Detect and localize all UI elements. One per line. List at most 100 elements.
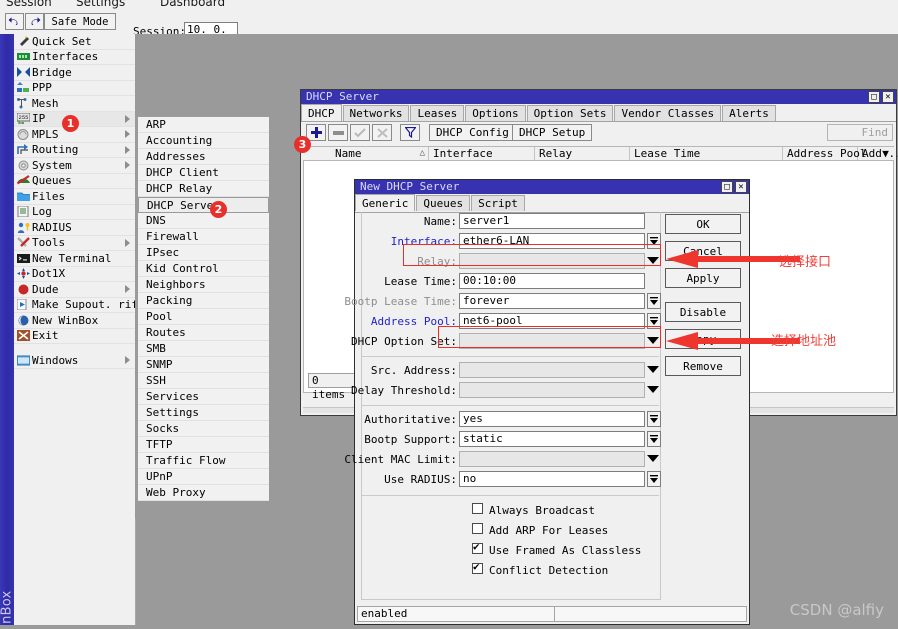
checkbox-row-always-broadcast[interactable]: Always Broadcast bbox=[355, 501, 665, 521]
dhcp-tab-options[interactable]: Options bbox=[465, 105, 526, 121]
dhcp-column-address-pool[interactable]: Address Pool bbox=[783, 147, 866, 160]
dhcp-find-input[interactable]: Find bbox=[827, 124, 893, 141]
checkbox-row-add-arp-for-leases[interactable]: Add ARP For Leases bbox=[355, 521, 665, 541]
input-delay-threshold[interactable] bbox=[459, 382, 645, 398]
ok-button[interactable]: OK bbox=[665, 214, 741, 234]
menu-dashboard[interactable]: Dashboard bbox=[160, 0, 225, 9]
checkbox-row-use-framed-as-classless[interactable]: Use Framed As Classless bbox=[355, 541, 665, 561]
spinner-address-pool[interactable] bbox=[647, 313, 661, 329]
dhcp-column-chooser-icon[interactable]: ▼ bbox=[875, 147, 896, 160]
ip-submenu-dns[interactable]: DNS bbox=[138, 213, 269, 229]
sidebar-item-bridge[interactable]: Bridge bbox=[14, 65, 135, 81]
sidebar-item-new-terminal[interactable]: New Terminal bbox=[14, 251, 135, 267]
dhcp-setup-button[interactable]: DHCP Setup bbox=[512, 124, 593, 141]
dhcp-column-lease-time[interactable]: Lease Time bbox=[630, 147, 783, 160]
ip-submenu-settings[interactable]: Settings bbox=[138, 405, 269, 421]
spinner-bootp-support[interactable] bbox=[647, 431, 661, 447]
ip-submenu-tftp[interactable]: TFTP bbox=[138, 437, 269, 453]
dropdown-caret-dhcp-option-set[interactable] bbox=[647, 337, 659, 344]
ip-submenu-dhcp-client[interactable]: DHCP Client bbox=[138, 165, 269, 181]
input-use-radius[interactable]: no bbox=[459, 471, 645, 487]
checkbox-conflict-detection[interactable] bbox=[472, 561, 483, 574]
maximize-icon[interactable]: □ bbox=[868, 91, 880, 103]
ip-submenu-smb[interactable]: SMB bbox=[138, 341, 269, 357]
ip-submenu-addresses[interactable]: Addresses bbox=[138, 149, 269, 165]
sidebar-item-routing[interactable]: Routing bbox=[14, 143, 135, 158]
dhcp-tab-alerts[interactable]: Alerts bbox=[722, 105, 776, 121]
dhcp-tab-dhcp[interactable]: DHCP bbox=[301, 104, 342, 121]
ip-submenu-ssh[interactable]: SSH bbox=[138, 373, 269, 389]
disable-button[interactable]: Disable bbox=[665, 302, 741, 322]
sidebar-item-radius[interactable]: RADIUS bbox=[14, 220, 135, 236]
sidebar-item-make-supout-rif[interactable]: Make Supout. rif bbox=[14, 298, 138, 313]
ip-submenu-dhcp-server[interactable]: DHCP Server bbox=[138, 197, 269, 213]
sidebar-item-dude[interactable]: Dude bbox=[14, 282, 135, 298]
dhcp-tab-leases[interactable]: Leases bbox=[410, 105, 465, 121]
input-interface[interactable]: ether6-LAN bbox=[459, 233, 645, 249]
dhcp-column-interface[interactable]: Interface bbox=[429, 147, 535, 160]
sidebar-item-queues[interactable]: Queues bbox=[14, 174, 135, 189]
sidebar-item-quick-set[interactable]: Quick Set bbox=[14, 34, 135, 50]
ip-submenu-kid-control[interactable]: Kid Control bbox=[138, 261, 269, 277]
dhcp-disable-button[interactable] bbox=[372, 124, 392, 141]
sidebar-item-interfaces[interactable]: Interfaces bbox=[14, 50, 135, 65]
new-dhcp-tab-generic[interactable]: Generic bbox=[355, 194, 416, 211]
ip-submenu-accounting[interactable]: Accounting bbox=[138, 133, 269, 149]
sidebar-item-new-winbox[interactable]: New WinBox bbox=[14, 313, 135, 329]
input-relay[interactable] bbox=[459, 253, 645, 269]
checkbox-use-framed-as-classless[interactable] bbox=[472, 541, 483, 554]
checkbox-add-arp-for-leases[interactable] bbox=[472, 523, 483, 534]
undo-arrow-icon[interactable] bbox=[5, 13, 24, 30]
dhcp-enable-button[interactable] bbox=[350, 124, 370, 141]
spinner-interface[interactable] bbox=[647, 233, 661, 249]
cancel-button[interactable]: Cancel bbox=[665, 241, 741, 261]
input-authoritative[interactable]: yes bbox=[459, 411, 645, 427]
sidebar-item-windows[interactable]: Windows bbox=[14, 353, 135, 369]
new-dhcp-tab-queues[interactable]: Queues bbox=[416, 195, 471, 211]
ip-submenu-neighbors[interactable]: Neighbors bbox=[138, 277, 269, 293]
sidebar-item-mesh[interactable]: Mesh bbox=[14, 96, 135, 112]
ip-submenu-snmp[interactable]: SNMP bbox=[138, 357, 269, 373]
ip-submenu-socks[interactable]: Socks bbox=[138, 421, 269, 437]
input-client-mac-limit[interactable] bbox=[459, 451, 645, 467]
spinner-use-radius[interactable] bbox=[647, 471, 661, 487]
dhcp-column-name[interactable]: Name △ bbox=[331, 147, 429, 160]
copy-button[interactable]: Copy bbox=[665, 329, 741, 349]
dropdown-caret-client-mac-limit[interactable] bbox=[647, 455, 659, 462]
input-address-pool[interactable]: net6-pool bbox=[459, 313, 645, 329]
safe-mode-button[interactable]: Safe Mode bbox=[44, 13, 116, 30]
ip-submenu-services[interactable]: Services bbox=[138, 389, 269, 405]
input-dhcp-option-set[interactable] bbox=[459, 333, 645, 349]
dropdown-caret-delay-threshold[interactable] bbox=[647, 386, 659, 393]
ip-submenu-web-proxy[interactable]: Web Proxy bbox=[138, 485, 269, 501]
dhcp-remove-button[interactable] bbox=[328, 124, 348, 141]
dhcp-tab-vendor-classes[interactable]: Vendor Classes bbox=[614, 105, 722, 121]
dhcp-tab-option-sets[interactable]: Option Sets bbox=[526, 105, 614, 121]
checkbox-always-broadcast[interactable] bbox=[472, 503, 483, 514]
sidebar-item-files[interactable]: Files bbox=[14, 189, 135, 205]
input-lease-time[interactable]: 00:10:00 bbox=[459, 273, 645, 289]
spinner-authoritative[interactable] bbox=[647, 411, 661, 427]
spinner-bootp-lease-time[interactable] bbox=[647, 293, 661, 309]
new-dhcp-tab-script[interactable]: Script bbox=[471, 195, 525, 211]
ip-submenu-pool[interactable]: Pool bbox=[138, 309, 269, 325]
ip-submenu-ipsec[interactable]: IPsec bbox=[138, 245, 269, 261]
close-icon[interactable]: ✕ bbox=[882, 91, 894, 103]
ip-submenu-arp[interactable]: ARP bbox=[138, 117, 269, 133]
input-bootp-lease-time[interactable]: forever bbox=[459, 293, 645, 309]
checkbox-row-conflict-detection[interactable]: Conflict Detection bbox=[355, 561, 665, 581]
sidebar-item-exit[interactable]: Exit bbox=[14, 329, 135, 344]
dhcp-tab-networks[interactable]: Networks bbox=[342, 105, 410, 121]
input-src-address[interactable] bbox=[459, 362, 645, 378]
sidebar-item-ppp[interactable]: PPP bbox=[14, 81, 135, 96]
dhcp-config-button[interactable]: DHCP Config bbox=[429, 124, 516, 141]
redo-arrow-icon[interactable] bbox=[25, 13, 44, 30]
sidebar-item-tools[interactable]: Tools bbox=[14, 236, 135, 251]
menu-session[interactable]: Session bbox=[6, 0, 52, 9]
sidebar-item-system[interactable]: System bbox=[14, 158, 135, 174]
sidebar-item-dot1x[interactable]: Dot1X bbox=[14, 267, 135, 282]
dropdown-caret-relay[interactable] bbox=[647, 257, 659, 264]
menu-settings[interactable]: Settings bbox=[76, 0, 125, 9]
ip-submenu-routes[interactable]: Routes bbox=[138, 325, 269, 341]
ip-submenu-firewall[interactable]: Firewall bbox=[138, 229, 269, 245]
